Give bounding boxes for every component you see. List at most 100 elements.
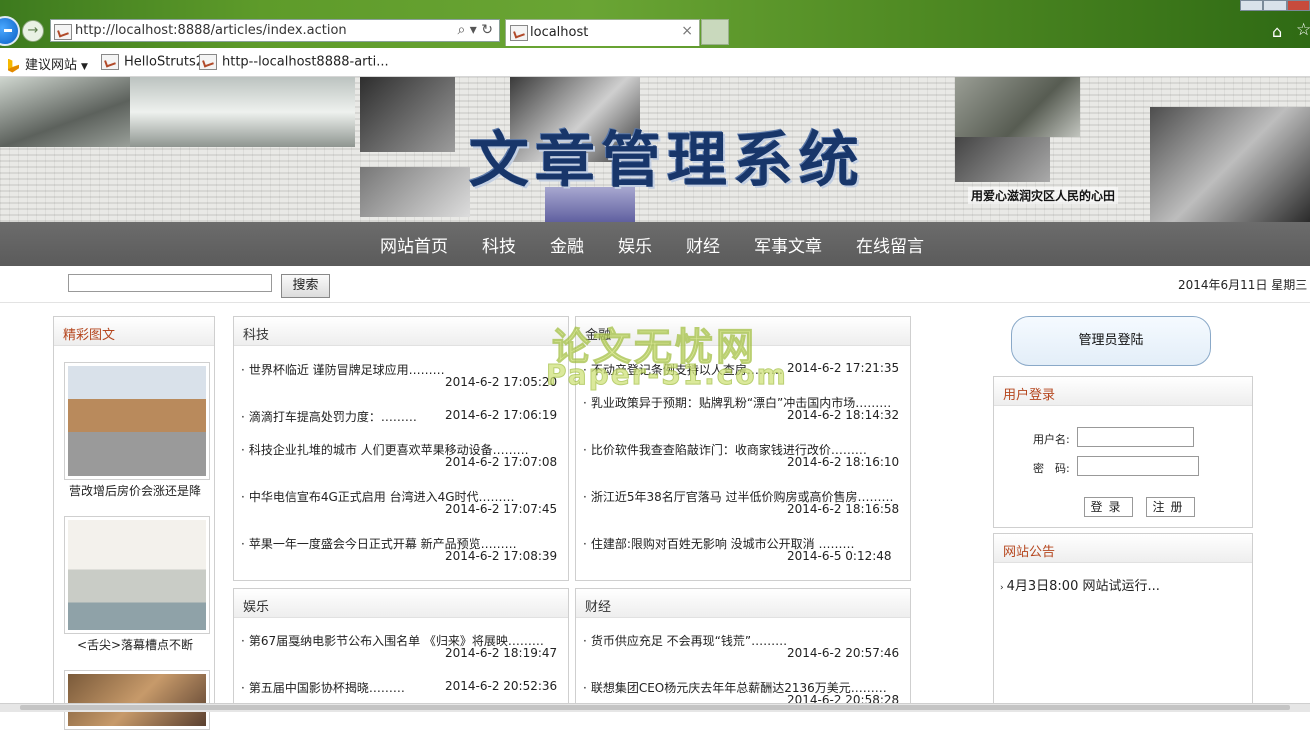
panel-title: 精彩图文 [63, 328, 116, 343]
panel-title: 科技 [243, 328, 270, 343]
search-row: 搜索 2014年6月11日 星期三 [0, 266, 1310, 303]
panel-title: 网站公告 [1003, 545, 1056, 560]
site-favicon-icon [101, 54, 119, 70]
browser-tab[interactable]: localhost × [505, 19, 700, 46]
news-date: 2014-6-5 0:12:48 [787, 549, 892, 563]
panel-header: 娱乐 [234, 589, 568, 618]
address-url[interactable]: http://localhost:8888/articles/index.act… [75, 23, 347, 38]
home-icon[interactable]: ⌂ [1272, 22, 1282, 41]
register-button[interactable]: 注册 [1146, 497, 1195, 517]
nav-item-tech[interactable]: 科技 [482, 232, 516, 257]
forward-button[interactable]: → [22, 20, 44, 42]
news-date: 2014-6-2 17:08:39 [445, 549, 558, 563]
chevron-down-icon: ▼ [81, 62, 88, 72]
window-controls [1240, 0, 1310, 12]
nav-item-entertainment[interactable]: 娱乐 [618, 232, 652, 257]
featured-caption[interactable]: <舌尖>落幕槽点不断 [54, 636, 216, 653]
favorites-item-suggested[interactable]: 建议网站 ▼ [8, 54, 88, 73]
news-item[interactable]: · 世界杯临近 谨防冒牌足球应用……… [241, 361, 445, 378]
news-date: 2014-6-2 20:57:46 [787, 646, 900, 660]
favorites-bar: 建议网站 ▼ HelloStruts2 http--localhost8888-a… [0, 48, 1310, 77]
search-input[interactable] [68, 274, 272, 292]
nav-item-guestbook[interactable]: 在线留言 [856, 232, 924, 257]
tab-favicon-icon [510, 25, 528, 41]
panel-header: 科技 [234, 317, 568, 346]
featured-image[interactable] [64, 362, 210, 480]
favorites-item-localhost[interactable]: http--localhost8888-arti... [199, 54, 389, 70]
economy-panel: 财经 · 货币供应充足 不会再现“钱荒”……… 2014-6-2 20:57:46… [575, 588, 911, 711]
banner-photo [1150, 107, 1310, 222]
news-item[interactable]: · 滴滴打车提高处罚力度：……… [241, 408, 417, 425]
news-date: 2014-6-2 17:21:35 [787, 361, 900, 375]
banner-photo [130, 77, 355, 147]
nav-item-finance[interactable]: 金融 [550, 232, 584, 257]
main-nav: 网站首页 科技 金融 娱乐 财经 军事文章 在线留言 [0, 222, 1310, 266]
panel-title: 娱乐 [243, 600, 270, 615]
user-login-panel: 用户登录 用户名: 密 码: 登录 注册 [993, 376, 1253, 528]
bullet-arrow-icon: › [1000, 583, 1004, 593]
search-refresh-icon[interactable]: ⌕ ▾ ↻ [458, 22, 494, 38]
site-favicon-icon [199, 54, 217, 70]
banner-photo [955, 77, 1080, 137]
featured-pictures-panel: 精彩图文 营改增后房价会涨还是降 <舌尖>落幕槽点不断 [53, 316, 216, 730]
browser-toolbar: → http://localhost:8888/articles/index.a… [0, 0, 1310, 48]
login-button[interactable]: 登录 [1084, 497, 1133, 517]
favorites-label: HelloStruts2 [124, 54, 205, 70]
site-favicon-icon [54, 24, 72, 40]
watermark-text: Paper-51.com [546, 358, 788, 392]
close-window-button[interactable] [1286, 0, 1310, 11]
scrollbar-thumb[interactable] [20, 705, 1290, 710]
news-date: 2014-6-2 18:19:47 [445, 646, 558, 660]
panel-header: 财经 [576, 589, 910, 618]
featured-photo [68, 674, 206, 726]
tab-title: localhost [530, 25, 589, 40]
panel-header: 用户登录 [994, 377, 1252, 406]
maximize-button[interactable] [1263, 0, 1287, 11]
username-field[interactable] [1077, 427, 1194, 447]
news-item[interactable]: · 第五届中国影协杯揭晓……… [241, 679, 405, 696]
favorites-item-hellostruts[interactable]: HelloStruts2 [101, 54, 204, 70]
notice-item[interactable]: › 4月3日8:00 网站试运行... [1000, 575, 1160, 594]
banner-caption: 用爱心滋润灾区人民的心田 [968, 187, 1119, 204]
minimize-button[interactable] [1240, 0, 1264, 11]
admin-login-button[interactable]: 管理员登陆 [1011, 316, 1211, 366]
featured-image[interactable] [64, 670, 210, 730]
site-notice-panel: 网站公告 › 4月3日8:00 网站试运行... [993, 533, 1253, 711]
site-title: 文章管理系统 [469, 126, 865, 196]
password-label: 密 码: [1033, 462, 1070, 475]
tech-panel: 科技 · 世界杯临近 谨防冒牌足球应用……… 2014-6-2 17:05:20 … [233, 316, 569, 581]
username-label: 用户名: [1033, 433, 1070, 446]
favorites-label: 建议网站 [25, 58, 78, 73]
nav-item-economy[interactable]: 财经 [686, 232, 720, 257]
address-bar[interactable]: http://localhost:8888/articles/index.act… [50, 19, 500, 42]
banner-photo [955, 137, 1050, 182]
panel-header: 网站公告 [994, 534, 1252, 563]
tab-close-icon[interactable]: × [681, 23, 693, 39]
news-date: 2014-6-2 20:52:36 [445, 679, 558, 693]
featured-image[interactable] [64, 516, 210, 634]
news-date: 2014-6-2 17:07:45 [445, 502, 558, 516]
current-date: 2014年6月11日 星期三 [1178, 278, 1308, 292]
news-date: 2014-6-2 18:14:32 [787, 408, 900, 422]
search-button[interactable]: 搜索 [281, 274, 330, 298]
news-item[interactable]: · 货币供应充足 不会再现“钱荒”……… [583, 632, 787, 649]
site-banner: 文章管理系统 用爱心滋润灾区人民的心田 [0, 77, 1310, 222]
nav-item-home[interactable]: 网站首页 [380, 232, 448, 257]
featured-caption[interactable]: 营改增后房价会涨还是降 [54, 482, 216, 499]
new-tab-button[interactable] [701, 19, 729, 45]
news-date: 2014-6-2 18:16:10 [787, 455, 900, 469]
news-date: 2014-6-2 17:06:19 [445, 408, 558, 422]
favorites-label: http--localhost8888-arti... [222, 54, 389, 70]
password-field[interactable] [1077, 456, 1199, 476]
featured-photo [68, 520, 206, 630]
back-button[interactable] [0, 16, 20, 46]
panel-title: 财经 [585, 600, 612, 615]
favorites-star-icon[interactable]: ☆ [1296, 20, 1310, 40]
news-date: 2014-6-2 17:05:20 [445, 375, 558, 389]
featured-photo [68, 366, 206, 476]
panel-title: 用户登录 [1003, 388, 1056, 403]
nav-item-military[interactable]: 军事文章 [754, 232, 822, 257]
news-date: 2014-6-2 18:16:58 [787, 502, 900, 516]
banner-photo [0, 77, 130, 147]
entertainment-panel: 娱乐 · 第67届戛纳电影节公布入围名单 《归来》将展映……… 2014-6-2 … [233, 588, 569, 711]
